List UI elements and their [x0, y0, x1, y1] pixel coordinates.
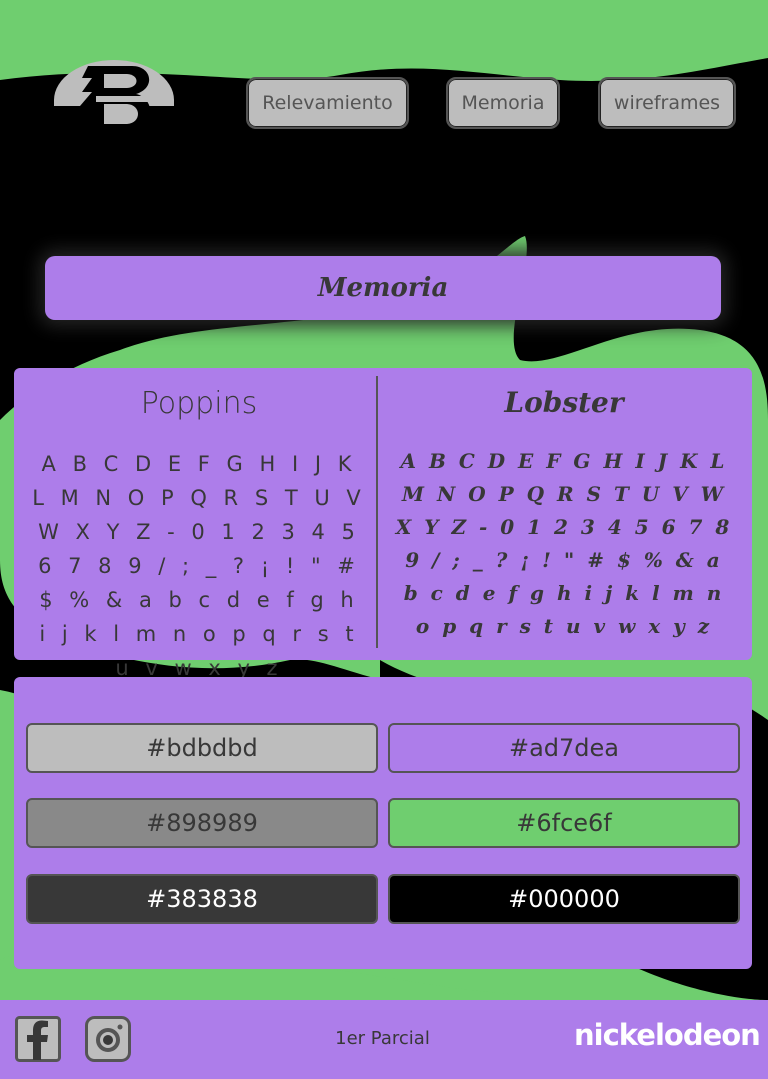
color-swatch: #ad7dea: [388, 723, 740, 773]
instagram-icon[interactable]: [85, 1016, 131, 1062]
color-swatch: #6fce6f: [388, 798, 740, 848]
page-title-bar: Memoria: [45, 256, 721, 320]
color-swatch: #bdbdbd: [26, 723, 378, 773]
footer-caption: 1er Parcial: [335, 1028, 430, 1049]
font-sample-primary: A B C D E F G H I J K L M N O P Q R S T …: [32, 452, 366, 680]
footer: 1er Parcial nickelodeon: [0, 1000, 768, 1079]
color-swatch: #898989: [26, 798, 378, 848]
nav-button-relevamiento[interactable]: Relevamiento: [246, 77, 409, 129]
font-name-secondary: Lobster: [504, 386, 624, 419]
color-swatch: #383838: [26, 874, 378, 924]
font-column-primary: Poppins A B C D E F G H I J K L M N O P …: [24, 368, 374, 685]
column-divider: [376, 376, 378, 648]
facebook-icon[interactable]: [15, 1016, 61, 1062]
font-name-primary: Poppins: [140, 386, 258, 421]
font-sample-secondary: A B C D E F G H I J K L M N O P Q R S T …: [395, 449, 733, 638]
color-swatch: #000000: [388, 874, 740, 924]
typography-panel: Poppins A B C D E F G H I J K L M N O P …: [14, 368, 752, 680]
nav-button-memoria[interactable]: Memoria: [446, 77, 560, 129]
font-column-secondary: Lobster A B C D E F G H I J K L M N O P …: [384, 368, 744, 643]
ghost-logo-icon[interactable]: [52, 58, 176, 140]
color-palette-panel: #bdbdbd #ad7dea #898989 #6fce6f #383838 …: [14, 677, 752, 969]
nickelodeon-logo[interactable]: nickelodeon: [574, 1018, 761, 1052]
nav-button-wireframes[interactable]: wireframes: [598, 77, 736, 129]
page-title: Memoria: [317, 273, 449, 303]
